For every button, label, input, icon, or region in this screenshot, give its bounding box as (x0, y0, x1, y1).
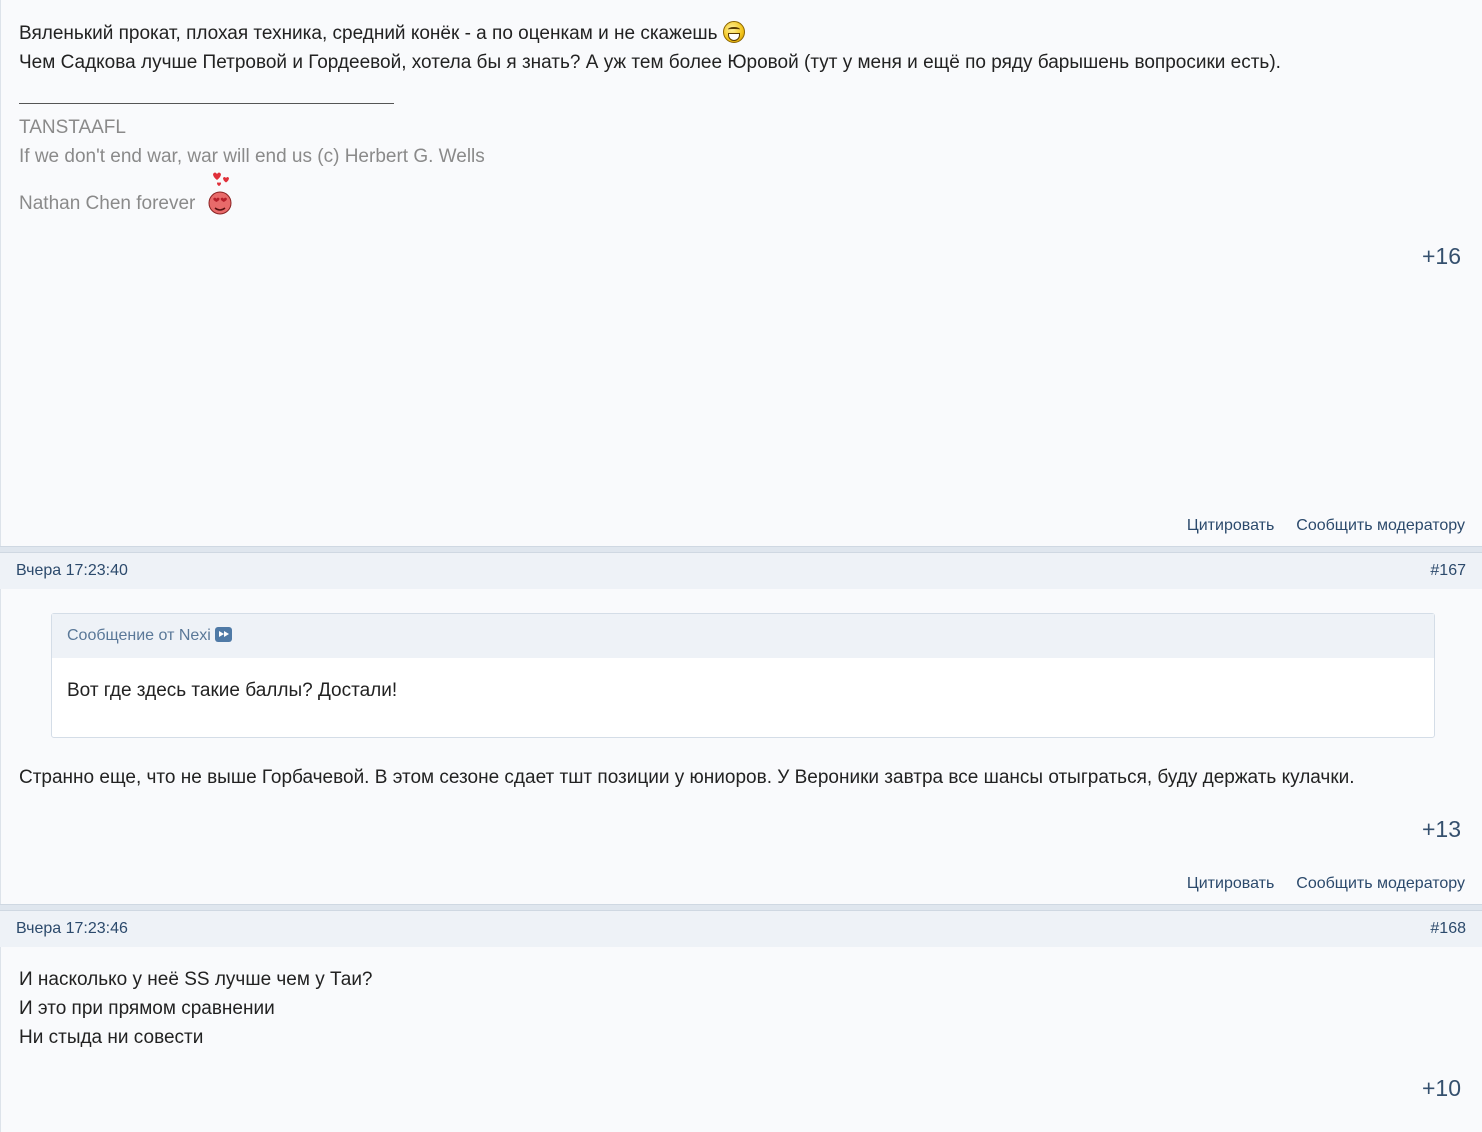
post-166-line-2: Чем Садкова лучше Петровой и Гордеевой, … (19, 52, 1281, 73)
post-167-header: Вчера 17:23:40 #167 (0, 553, 1482, 589)
laughing-smiley-icon (722, 21, 745, 43)
post-separator (0, 546, 1482, 553)
post-separator (0, 904, 1482, 911)
signature-divider (19, 103, 394, 104)
quote-block: Сообщение от Nexi Вот где здесь такие ба… (51, 613, 1435, 738)
post-167-actions: Цитировать Сообщить модератору (1187, 875, 1465, 893)
post-167-body: Сообщение от Nexi Вот где здесь такие ба… (0, 589, 1482, 904)
post-166-actions: Цитировать Сообщить модератору (1187, 517, 1465, 535)
signature-line-1: TANSTAAFL (19, 117, 126, 138)
quote-author[interactable]: Сообщение от Nexi (67, 627, 232, 645)
signature-line-2: If we don't end war, war will end us (c)… (19, 146, 485, 167)
post-168-line-1: И насколько у неё SS лучше чем у Таи? (19, 969, 373, 990)
post-167-text: Странно еще, что не выше Горбачевой. В э… (19, 767, 1355, 788)
post-166-body: Вяленький прокат, плохая техника, средни… (0, 0, 1482, 546)
quote-button[interactable]: Цитировать (1187, 517, 1274, 534)
post-167-score[interactable]: +13 (1422, 816, 1461, 843)
post-168-line-3: Ни стыда ни совести (19, 1027, 204, 1048)
quote-author-text: Сообщение от Nexi (67, 627, 211, 644)
post-168-body: И насколько у неё SS лучше чем у Таи? И … (0, 947, 1482, 1132)
quote-button[interactable]: Цитировать (1187, 875, 1274, 892)
report-moderator-button[interactable]: Сообщить модератору (1296, 517, 1465, 534)
quote-text: Вот где здесь такие баллы? Достали! (67, 680, 398, 701)
post-166-score[interactable]: +16 (1422, 243, 1461, 270)
post-date[interactable]: Вчера 17:23:46 (16, 920, 128, 938)
in-love-smiley-icon (208, 172, 232, 215)
post-date[interactable]: Вчера 17:23:40 (16, 562, 128, 580)
report-moderator-button[interactable]: Сообщить модератору (1296, 875, 1465, 892)
post-number[interactable]: #168 (1430, 920, 1466, 938)
quote-header: Сообщение от Nexi (52, 614, 1434, 658)
post-168-line-2: И это при прямом сравнении (19, 998, 275, 1019)
post-166-line-1: Вяленький прокат, плохая техника, средни… (19, 19, 745, 48)
post-168-header: Вчера 17:23:46 #168 (0, 911, 1482, 947)
post-168-score[interactable]: +10 (1422, 1075, 1461, 1102)
go-to-post-icon[interactable] (214, 627, 232, 642)
post-number[interactable]: #167 (1430, 562, 1466, 580)
post-166-line-1-text: Вяленький прокат, плохая техника, средни… (19, 23, 718, 44)
signature-line-3: Nathan Chen forever (19, 193, 196, 214)
